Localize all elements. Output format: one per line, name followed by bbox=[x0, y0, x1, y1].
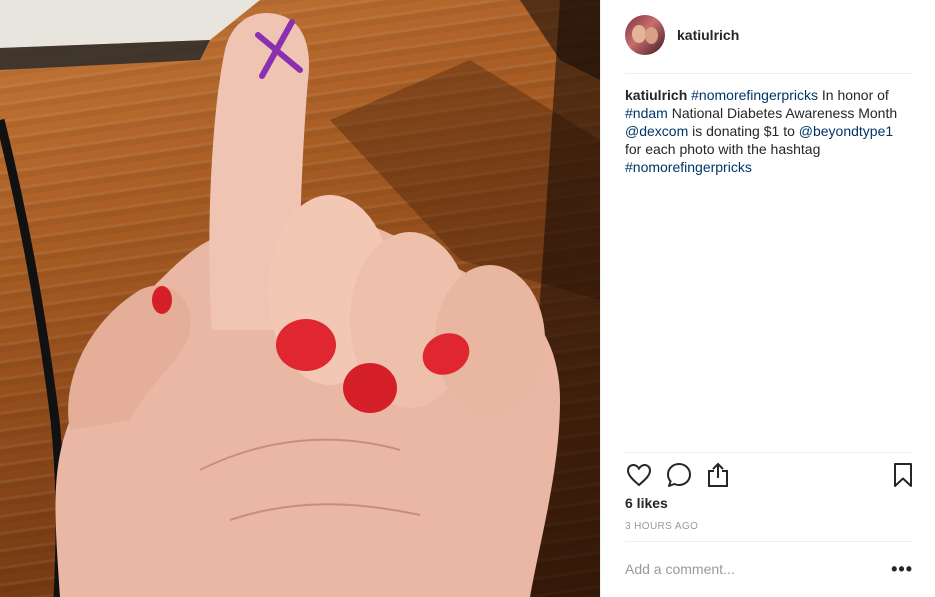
share-button[interactable] bbox=[704, 461, 732, 489]
comment-divider bbox=[625, 541, 912, 542]
user-avatar[interactable] bbox=[625, 15, 665, 55]
post-side-panel: katiulrich katiulrich #nomorefingerprick… bbox=[600, 0, 935, 597]
caption-link[interactable]: #nomorefingerpricks bbox=[691, 87, 818, 103]
hand-photo bbox=[0, 0, 600, 597]
more-options-button[interactable]: ••• bbox=[889, 559, 913, 580]
post-caption: katiulrich #nomorefingerpricks In honor … bbox=[625, 86, 910, 176]
like-button[interactable] bbox=[625, 461, 653, 489]
post-header: katiulrich bbox=[625, 14, 739, 56]
caption-text: National Diabetes Awareness Month bbox=[667, 105, 898, 121]
actions-divider bbox=[625, 452, 912, 453]
comment-button[interactable] bbox=[665, 461, 693, 489]
caption-text: for each photo with the hashtag bbox=[625, 141, 821, 157]
caption-link[interactable]: @beyondtype1 bbox=[799, 123, 893, 139]
comment-icon bbox=[667, 463, 691, 487]
comment-input[interactable] bbox=[625, 561, 889, 577]
heart-icon bbox=[626, 463, 652, 487]
caption-link[interactable]: #ndam bbox=[625, 105, 668, 121]
header-divider bbox=[625, 73, 912, 74]
likes-count[interactable]: 6 likes bbox=[625, 495, 668, 511]
caption-username[interactable]: katiulrich bbox=[625, 87, 687, 103]
caption-link[interactable]: @dexcom bbox=[625, 123, 688, 139]
save-button[interactable] bbox=[889, 461, 917, 489]
share-icon bbox=[708, 462, 728, 487]
caption-text: is donating $1 to bbox=[688, 123, 799, 139]
caption-text: In honor of bbox=[817, 87, 889, 103]
post-photo[interactable] bbox=[0, 0, 600, 597]
instagram-post: katiulrich katiulrich #nomorefingerprick… bbox=[0, 0, 935, 597]
post-actions bbox=[625, 461, 913, 491]
comment-row: ••• bbox=[625, 552, 913, 586]
author-username[interactable]: katiulrich bbox=[677, 27, 739, 43]
post-timestamp[interactable]: 3 HOURS AGO bbox=[625, 521, 698, 532]
caption-link[interactable]: #nomorefingerpricks bbox=[625, 159, 752, 175]
bookmark-icon bbox=[894, 463, 912, 487]
